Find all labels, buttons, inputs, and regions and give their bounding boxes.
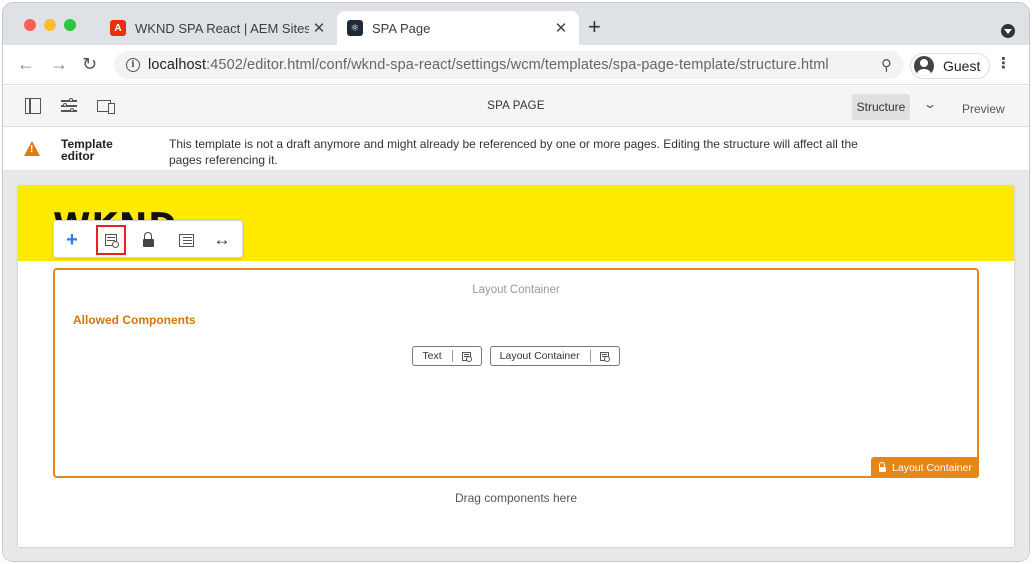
zoom-magnifier-icon[interactable]: ⚲ xyxy=(881,56,892,74)
badge-label: Layout Container xyxy=(892,461,972,474)
url-bar[interactable]: i localhost:4502/editor.html/conf/wknd-s… xyxy=(114,51,904,79)
component-toolbar: + ↔ xyxy=(53,220,243,258)
structure-icon xyxy=(178,233,194,247)
template-alert: Template editor This template is not a d… xyxy=(3,127,1029,171)
structure-button[interactable] xyxy=(172,227,200,253)
page-frame: WKND + ↔ Layout Container Allowed Compon… xyxy=(18,186,1014,547)
forward-arrow-icon[interactable]: → xyxy=(50,54,68,74)
avatar-icon xyxy=(914,56,934,76)
tab-search-icon[interactable] xyxy=(1001,24,1015,38)
layout-resize-button[interactable]: ↔ xyxy=(208,227,236,253)
unlock-structure-button[interactable] xyxy=(134,227,162,253)
chip-label: Layout Container xyxy=(491,350,591,362)
policy-icon xyxy=(105,234,119,248)
back-arrow-icon[interactable]: ← xyxy=(17,54,35,74)
url-path: :4502/editor.html/conf/wknd-spa-react/se… xyxy=(206,57,829,73)
layout-container-badge[interactable]: Layout Container xyxy=(871,457,979,478)
url-host: localhost xyxy=(148,57,207,73)
adobe-icon: A xyxy=(110,20,126,36)
chip-label: Text xyxy=(413,350,453,362)
profile-button[interactable]: Guest xyxy=(910,53,990,79)
zoom-window-button[interactable] xyxy=(64,19,76,31)
info-icon[interactable]: i xyxy=(126,58,140,72)
react-icon: ⚛ xyxy=(347,20,363,36)
allowed-components-label: Allowed Components xyxy=(73,313,196,327)
component-chip-layout-container[interactable]: Layout Container xyxy=(489,346,620,366)
minimize-window-button[interactable] xyxy=(44,19,56,31)
alert-message: This template is not a draft anymore and… xyxy=(169,137,858,167)
editor-toolbar: SPA PAGE Structure ⌄ Preview xyxy=(3,86,1029,127)
structure-mode-button[interactable]: Structure xyxy=(852,94,910,120)
tab-close-icon[interactable]: ✕ xyxy=(551,19,571,37)
policy-icon xyxy=(600,351,611,362)
browser-window: A WKND SPA React | AEM Sites | ✕ ⚛ SPA P… xyxy=(3,3,1029,561)
alert-title: Template editor xyxy=(61,137,113,163)
chip-policy-button[interactable] xyxy=(453,351,481,362)
layout-container-title: Layout Container xyxy=(472,284,560,296)
reload-icon[interactable]: ↻ xyxy=(82,54,97,74)
lock-icon xyxy=(142,232,154,247)
tab-title: WKND SPA React | AEM Sites | xyxy=(135,20,309,36)
tab-strip: A WKND SPA React | AEM Sites | ✕ ⚛ SPA P… xyxy=(3,3,1029,45)
url-text[interactable]: localhost:4502/editor.html/conf/wknd-spa… xyxy=(148,57,829,73)
profile-label: Guest xyxy=(943,58,981,74)
policy-button[interactable] xyxy=(96,225,126,255)
policy-icon xyxy=(462,351,473,362)
drag-components-placeholder[interactable]: Drag components here xyxy=(18,491,1014,505)
warning-icon xyxy=(24,141,40,156)
more-menu-icon[interactable]: ⋮ xyxy=(996,56,1011,71)
chevron-down-icon[interactable]: ⌄ xyxy=(923,97,937,111)
component-chip-text[interactable]: Text xyxy=(412,346,482,366)
tab-spa-page[interactable]: ⚛ SPA Page ✕ xyxy=(337,11,579,45)
allowed-components-list: Text Layout Container xyxy=(55,346,977,366)
layout-container[interactable]: Layout Container Allowed Components Text… xyxy=(53,268,979,478)
tab-title: SPA Page xyxy=(372,20,431,36)
preview-button[interactable]: Preview xyxy=(962,102,1005,116)
new-tab-button[interactable]: + xyxy=(588,16,601,38)
address-toolbar: ← → ↻ i localhost:4502/editor.html/conf/… xyxy=(3,45,1029,85)
unlock-icon xyxy=(879,462,887,472)
editor-canvas: WKND + ↔ Layout Container Allowed Compon… xyxy=(3,171,1029,561)
close-window-button[interactable] xyxy=(24,19,36,31)
tab-close-icon[interactable]: ✕ xyxy=(309,19,329,37)
chip-policy-button[interactable] xyxy=(591,351,619,362)
tab-wknd-spa-react[interactable]: A WKND SPA React | AEM Sites | ✕ xyxy=(100,11,337,45)
add-component-button[interactable]: + xyxy=(58,227,86,253)
